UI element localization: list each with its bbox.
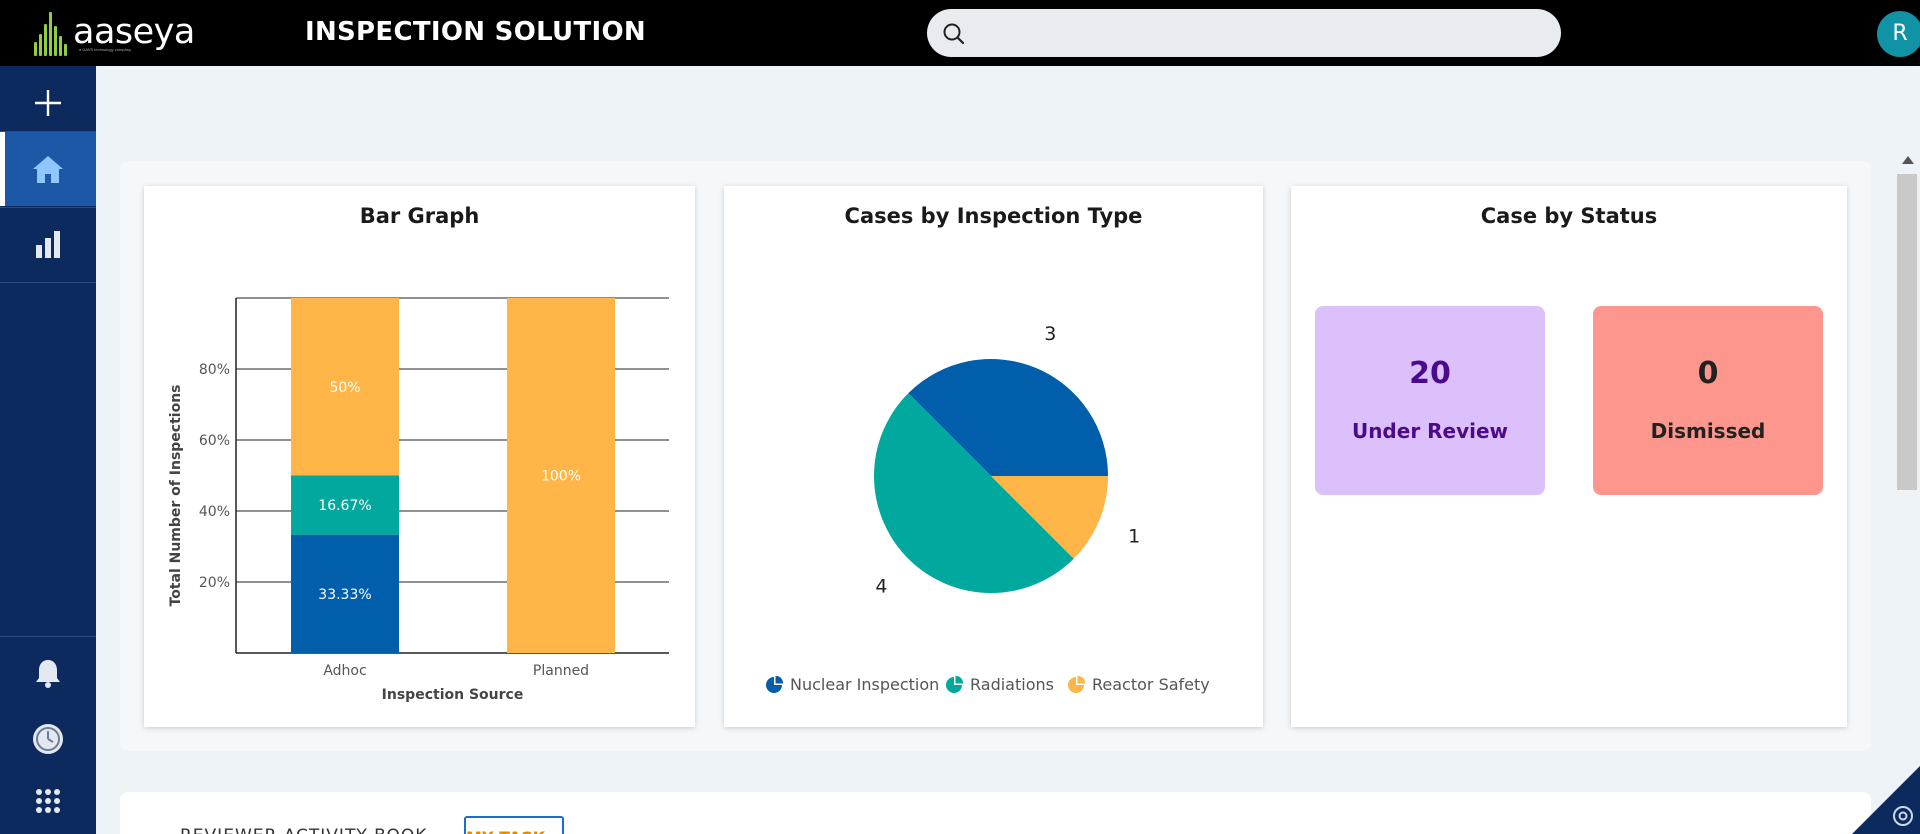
bell-icon: [36, 660, 60, 688]
search-bar[interactable]: [927, 9, 1561, 57]
apps-grid-icon: [36, 789, 60, 813]
y-tick-label: 60%: [199, 433, 230, 449]
legend-label: Reactor Safety: [1092, 675, 1210, 694]
top-bar: aaseya a GAVS technology company INSPECT…: [0, 0, 1920, 66]
scroll-thumb[interactable]: [1897, 174, 1917, 490]
sidebar: [0, 66, 96, 834]
legend-item[interactable]: Reactor Safety: [1068, 675, 1210, 694]
aaseya-logo[interactable]: aaseya a GAVS technology company: [34, 12, 195, 56]
settings-corner[interactable]: [1852, 766, 1920, 834]
bar-data-label: 33.33%: [318, 587, 371, 603]
x-axis-title: Inspection Source: [382, 687, 524, 703]
bar-chart: 20%40%60%80%33.33%16.67%50%Adhoc0%100%Pl…: [168, 297, 669, 703]
plus-icon: [35, 90, 61, 116]
bar-data-label: 50%: [329, 380, 360, 396]
y-tick-label: 40%: [199, 504, 230, 520]
legend-pie-icon: [955, 675, 964, 684]
under-review-count: 20: [1409, 356, 1451, 391]
bar-data-label: 16.67%: [318, 498, 371, 514]
y-tick-label: 80%: [199, 362, 230, 378]
search-icon[interactable]: [941, 21, 967, 47]
scroll-up-arrow-icon[interactable]: [1902, 156, 1914, 164]
under-review-box[interactable]: 20 Under Review: [1315, 306, 1545, 495]
y-tick-label: 20%: [199, 575, 230, 591]
case-status-title: Case by Status: [1480, 204, 1658, 228]
bar-chart-icon: [36, 231, 60, 258]
under-review-label: Under Review: [1351, 419, 1509, 443]
reviewer-activity-card: REVIEWER ACTIVITY BOOK MY TASK: [120, 792, 1871, 834]
history-icon: [33, 724, 63, 754]
page-scrollbar[interactable]: [1894, 156, 1920, 756]
x-tick-label: Adhoc: [323, 663, 366, 679]
search-input[interactable]: [979, 17, 1539, 49]
legend-item[interactable]: Radiations: [946, 675, 1054, 694]
pie-chart: 3 1 4 Nuclear Inspection Radiations Reactor S…: [766, 323, 1210, 694]
sidebar-item-apps[interactable]: [0, 764, 96, 834]
bar-data-label: 100%: [541, 469, 581, 485]
sidebar-item-create[interactable]: [0, 66, 96, 140]
legend-label: Radiations: [970, 675, 1054, 694]
user-avatar[interactable]: R: [1877, 11, 1920, 57]
sidebar-divider: [0, 282, 96, 283]
legend-pie-icon: [775, 675, 784, 684]
logo-text: aaseya: [73, 12, 195, 52]
logo-subtext: a GAVS technology company: [79, 47, 131, 52]
reviewer-activity-label: REVIEWER ACTIVITY BOOK: [180, 826, 427, 834]
pie-value-label: 4: [875, 576, 887, 598]
x-tick-label: Planned: [533, 663, 589, 679]
dismissed-count: 0: [1697, 356, 1719, 391]
my-task-button[interactable]: MY TASK: [464, 816, 564, 834]
inspection-type-card: Cases by Inspection Type 3 1 4 Nuclear Insp…: [724, 186, 1263, 727]
pie-value-label: 3: [1044, 323, 1056, 345]
legend-pie-icon: [1077, 675, 1086, 684]
logo-bars-icon: [34, 12, 68, 56]
sidebar-item-notifications[interactable]: [0, 636, 96, 710]
bar-graph-card: Bar Graph 20% 40% 60% 80% 33.33% 16.67% 50% Adh…: [144, 186, 695, 727]
home-icon: [33, 156, 63, 183]
dismissed-box[interactable]: 0 Dismissed: [1593, 306, 1823, 495]
legend-item[interactable]: Nuclear Inspection: [766, 675, 939, 694]
legend-label: Nuclear Inspection: [790, 675, 939, 694]
y-axis-title: Total Number of Inspections: [168, 384, 184, 606]
sidebar-item-reports[interactable]: [0, 208, 96, 282]
pie-value-label: 1: [1128, 525, 1140, 547]
sidebar-item-home[interactable]: [0, 132, 96, 206]
dismissed-label: Dismissed: [1650, 419, 1766, 443]
app-title: INSPECTION SOLUTION: [305, 17, 646, 47]
